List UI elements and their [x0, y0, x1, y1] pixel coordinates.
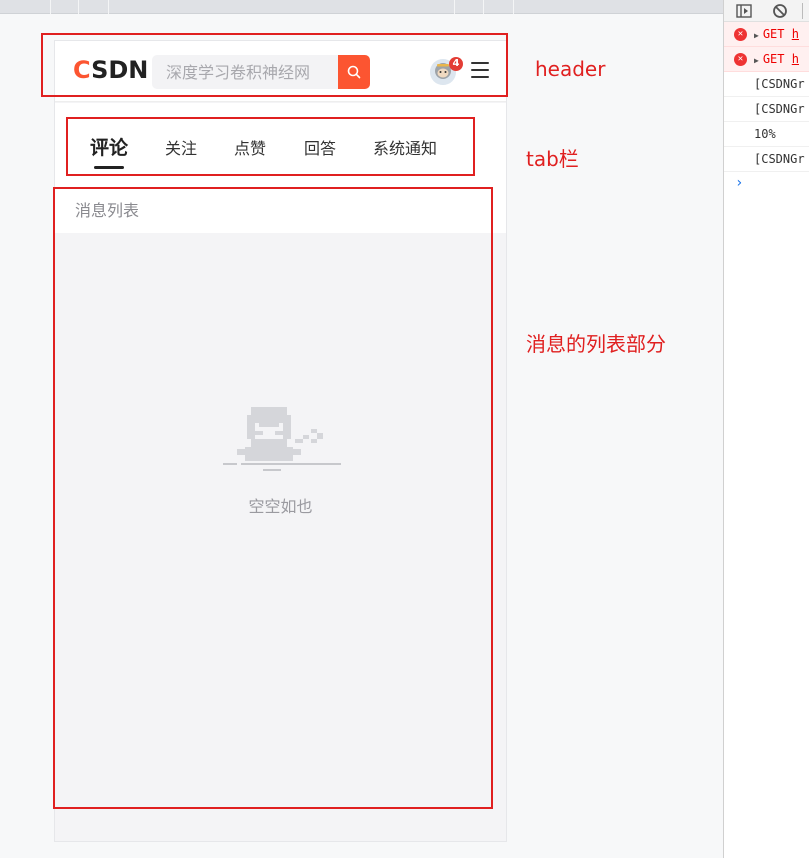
site-header: CSDN 4 — [55, 41, 506, 102]
tab-likes[interactable]: 点赞 — [234, 135, 266, 159]
notification-badge: 4 — [449, 57, 463, 71]
tabbar-annotation-label: tab栏 — [526, 147, 579, 171]
clear-console-icon[interactable] — [771, 2, 789, 20]
console-prompt[interactable]: › — [724, 172, 809, 194]
console-log-row[interactable]: [CSDNGr — [724, 97, 809, 122]
tab-bar: 评论 关注 点赞 回答 系统通知 — [55, 103, 506, 191]
error-icon: ✕ — [734, 28, 747, 41]
tab-follows[interactable]: 关注 — [165, 135, 197, 159]
sidebar-toggle-icon[interactable] — [735, 2, 753, 20]
console-log-row[interactable]: 10% — [724, 122, 809, 147]
search-icon — [347, 65, 361, 79]
empty-state-text: 空空如也 — [248, 497, 313, 516]
tab-system-notifications[interactable]: 系统通知 — [373, 135, 437, 159]
console-error-row[interactable]: ✕ ▶ GET h — [724, 22, 809, 47]
list-annotation-label: 消息的列表部分 — [526, 332, 666, 356]
header-annotation-label: header — [535, 57, 606, 81]
console-error-row[interactable]: ✕ ▶ GET h — [724, 47, 809, 72]
hamburger-menu-icon[interactable] — [471, 62, 489, 79]
error-icon: ✕ — [734, 53, 747, 66]
toolbar-divider — [802, 3, 803, 19]
search-input[interactable] — [152, 55, 338, 89]
message-list-title: 消息列表 — [75, 201, 140, 220]
tab-answers[interactable]: 回答 — [304, 135, 336, 159]
mobile-viewport: CSDN 4 评论 — [54, 40, 507, 842]
expand-triangle-icon: ▶ — [754, 31, 759, 40]
search-box — [152, 55, 370, 89]
message-list-empty-state: 空空如也 — [55, 233, 506, 841]
tab-comments[interactable]: 评论 — [90, 133, 128, 169]
empty-monkey-illustration-icon — [223, 407, 341, 471]
console-log-row[interactable]: [CSDNGr — [724, 147, 809, 172]
devtools-console: ✕ ▶ GET h ✕ ▶ GET h [CSDNGr [CSDNGr 10% [CSD… — [723, 0, 809, 858]
expand-triangle-icon: ▶ — [754, 56, 759, 65]
console-log-row[interactable]: [CSDNGr — [724, 72, 809, 97]
console-toolbar — [724, 0, 809, 22]
search-button[interactable] — [338, 55, 370, 89]
csdn-logo[interactable]: CSDN — [73, 56, 148, 84]
device-toolbar-ruler — [0, 0, 723, 14]
message-list-header: 消息列表 — [55, 191, 506, 233]
